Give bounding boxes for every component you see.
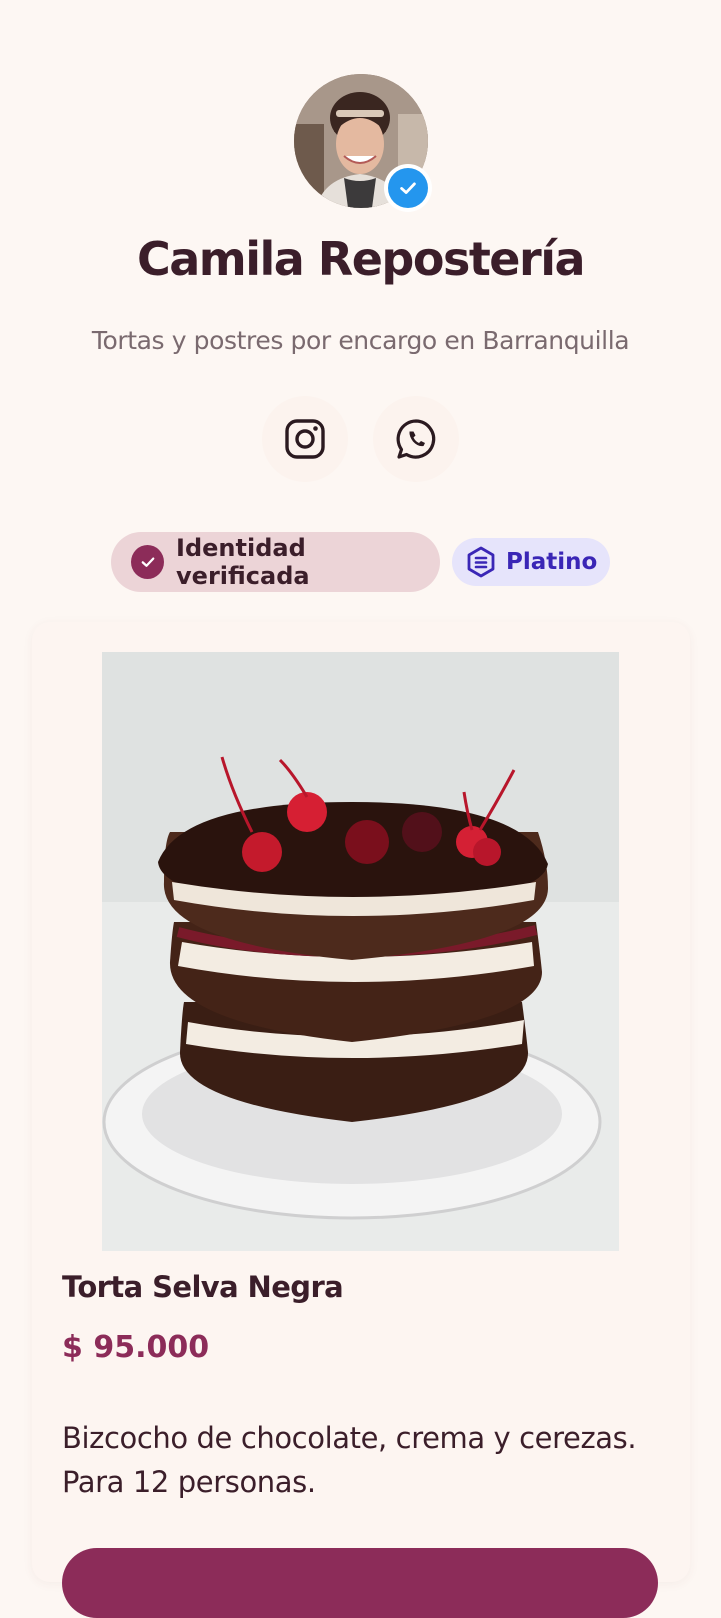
cake-photo — [102, 652, 619, 1251]
order-button[interactable] — [62, 1548, 658, 1618]
identity-verified-badge: Identidad verificada — [111, 532, 440, 592]
verified-check-icon — [400, 182, 416, 194]
avatar-container — [294, 74, 432, 212]
instagram-icon — [285, 419, 325, 459]
tier-label: Platino — [506, 549, 598, 575]
whatsapp-button[interactable] — [373, 396, 459, 482]
hexagon-list-icon — [466, 546, 496, 578]
tier-badge: Platino — [452, 538, 610, 586]
product-price: $ 95.000 — [62, 1330, 210, 1365]
profile-name: Camila Repostería — [136, 232, 586, 286]
profile-tagline: Tortas y postres por encargo en Barranqu… — [91, 326, 630, 355]
instagram-button[interactable] — [262, 396, 348, 482]
check-circle-icon — [131, 545, 165, 579]
product-description: Bizcocho de chocolate, crema y cerezas. … — [62, 1421, 637, 1499]
verified-badge — [384, 164, 432, 212]
identity-verified-label: Identidad verificada — [176, 534, 310, 590]
whatsapp-icon — [396, 419, 436, 459]
product-title: Torta Selva Negra — [62, 1270, 344, 1304]
product-image[interactable] — [102, 652, 619, 1251]
